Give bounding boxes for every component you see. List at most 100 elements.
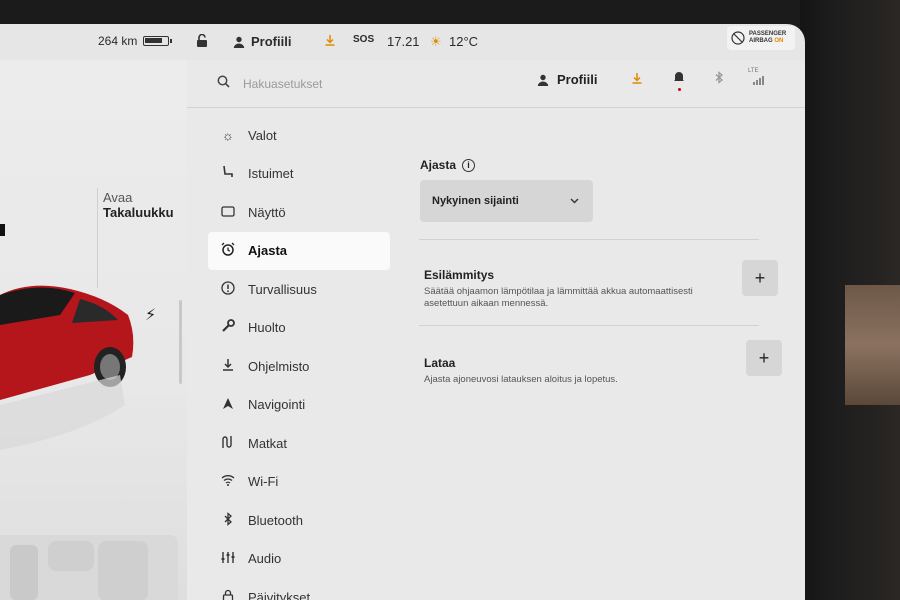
- menu-item-label: Näyttö: [248, 204, 286, 220]
- settings-search-input[interactable]: [243, 74, 443, 94]
- frunk-marker: [0, 224, 5, 236]
- menu-item-label: Wi-Fi: [248, 474, 279, 490]
- alarm-clock-icon: [220, 242, 236, 259]
- wrench-icon: [220, 319, 236, 336]
- menu-item-bluetooth[interactable]: Bluetooth: [208, 501, 390, 540]
- light-icon: ☼: [222, 127, 234, 143]
- sos-button[interactable]: SOS: [353, 34, 374, 45]
- header-profile-button[interactable]: Profiili: [537, 72, 597, 87]
- car-panel-scrollbar[interactable]: [179, 300, 182, 384]
- sos-label: SOS: [353, 34, 375, 45]
- menu-item-huolto[interactable]: Huolto: [208, 309, 390, 348]
- menu-item-label: Bluetooth: [248, 512, 303, 528]
- chevron-down-icon: [570, 198, 579, 204]
- lock-icon: [220, 589, 236, 600]
- charging-bolt-icon[interactable]: ⚡: [145, 305, 156, 325]
- menu-item-naytto[interactable]: Näyttö: [208, 193, 390, 232]
- wifi-icon: [220, 474, 236, 489]
- search-icon: [217, 75, 230, 91]
- trips-icon: [220, 435, 236, 452]
- bluetooth-icon[interactable]: [714, 71, 724, 87]
- airbag-state: ON: [774, 38, 784, 44]
- seats-icon: [10, 541, 148, 600]
- outside-temperature: 12°C: [449, 34, 478, 49]
- menu-item-istuimet[interactable]: Istuimet: [208, 155, 390, 194]
- navigation-arrow-icon: [220, 397, 236, 413]
- passenger-airbag-indicator: PASSENGER AIRBAG ON: [727, 26, 795, 50]
- person-icon: [233, 36, 245, 48]
- range-text: 264 km: [98, 34, 138, 48]
- status-bar: 264 km Profiili SOS 17.21 ☀ 12°C PASSENG…: [0, 24, 805, 60]
- plus-icon: +: [754, 267, 766, 288]
- equalizer-icon: [220, 551, 236, 567]
- lock-icon[interactable]: [196, 34, 208, 47]
- menu-item-matkat[interactable]: Matkat: [208, 424, 390, 463]
- menu-item-label: Turvallisuus: [248, 281, 317, 297]
- bluetooth-icon: [220, 511, 236, 529]
- menu-item-ohjelmisto[interactable]: Ohjelmisto: [208, 347, 390, 386]
- menu-item-label: Matkat: [248, 435, 288, 451]
- menu-item-label: Navigointi: [248, 397, 306, 413]
- warning-circle-icon: [220, 281, 236, 298]
- trunk-open-label: Avaa: [103, 190, 133, 205]
- schedule-label: Ajasta: [420, 158, 457, 172]
- download-icon[interactable]: [631, 72, 643, 87]
- preheat-description: Säätää ohjaamon lämpötilaa ja lämmittää …: [424, 286, 693, 309]
- menu-item-label: Päivitykset: [248, 589, 311, 600]
- touchscreen: 264 km Profiili SOS 17.21 ☀ 12°C PASSENG…: [0, 24, 805, 600]
- battery-icon: [143, 36, 173, 46]
- download-icon: [220, 358, 236, 374]
- signal-strength-icon: [753, 76, 764, 85]
- menu-item-label: Ohjelmisto: [248, 358, 310, 374]
- battery-range: 264 km: [98, 34, 173, 48]
- open-trunk-button[interactable]: Avaa Takaluukku: [103, 190, 174, 220]
- location-dropdown[interactable]: Nykyinen sijainti: [420, 180, 593, 222]
- menu-item-ajasta[interactable]: Ajasta: [208, 231, 390, 270]
- menu-item-turvallisuus[interactable]: Turvallisuus: [208, 270, 390, 309]
- add-preheat-button[interactable]: +: [742, 260, 778, 296]
- menu-item-label: Istuimet: [248, 166, 294, 182]
- menu-item-paivitykset[interactable]: Päivitykset: [208, 578, 390, 600]
- plus-icon: +: [758, 347, 770, 368]
- divider: [419, 325, 759, 326]
- divider: [419, 239, 759, 240]
- preheat-title: Esilämmitys: [424, 268, 495, 282]
- status-profile-label: Profiili: [251, 34, 292, 49]
- bell-icon[interactable]: [673, 70, 685, 87]
- status-profile-button[interactable]: Profiili: [233, 34, 291, 49]
- settings-menu: ☼ Valot Istuimet Näyttö Ajasta Turvallis…: [208, 116, 390, 600]
- menu-item-navigointi[interactable]: Navigointi: [208, 386, 390, 425]
- schedule-section-header: Ajasta i: [420, 158, 476, 172]
- temperature-text: 12°C: [449, 34, 479, 49]
- seat-icon: [220, 165, 236, 182]
- menu-item-wifi[interactable]: Wi-Fi: [208, 463, 390, 502]
- dashboard-wood-trim: [845, 285, 900, 405]
- menu-item-label: Valot: [248, 127, 277, 143]
- header-profile-label: Profiili: [557, 72, 598, 87]
- clock-text: 17.21: [387, 34, 420, 49]
- settings-panel: Profiili LTE ☼ Valot: [187, 60, 805, 600]
- menu-item-label: Ajasta: [248, 243, 288, 259]
- seat-map[interactable]: [0, 535, 178, 600]
- clock: 17.21: [387, 34, 420, 49]
- car-image[interactable]: [0, 275, 140, 455]
- info-icon[interactable]: i: [462, 158, 476, 172]
- menu-item-audio[interactable]: Audio: [208, 540, 390, 579]
- settings-header: Profiili LTE: [187, 60, 805, 108]
- add-charge-schedule-button[interactable]: +: [746, 340, 782, 376]
- menu-item-valot[interactable]: ☼ Valot: [208, 116, 390, 155]
- sun-icon: ☀: [430, 34, 442, 49]
- car-panel: Avaa Takaluukku ⚡ ♨: [0, 60, 187, 600]
- airbag-line2: AIRBAG: [749, 38, 773, 44]
- download-icon[interactable]: [324, 34, 336, 46]
- trunk-label: Takaluukku: [103, 205, 174, 220]
- charge-description: Ajasta ajoneuvosi latauksen aloitus ja l…: [424, 374, 618, 385]
- notification-dot: [678, 88, 681, 91]
- menu-item-label: Audio: [248, 551, 282, 567]
- display-icon: [220, 205, 236, 220]
- location-dropdown-value: Nykyinen sijainti: [432, 195, 519, 207]
- menu-item-label: Huolto: [248, 320, 286, 336]
- charge-title: Lataa: [424, 356, 456, 370]
- airbag-line1: PASSENGER: [749, 31, 787, 37]
- lte-label: LTE: [748, 68, 759, 74]
